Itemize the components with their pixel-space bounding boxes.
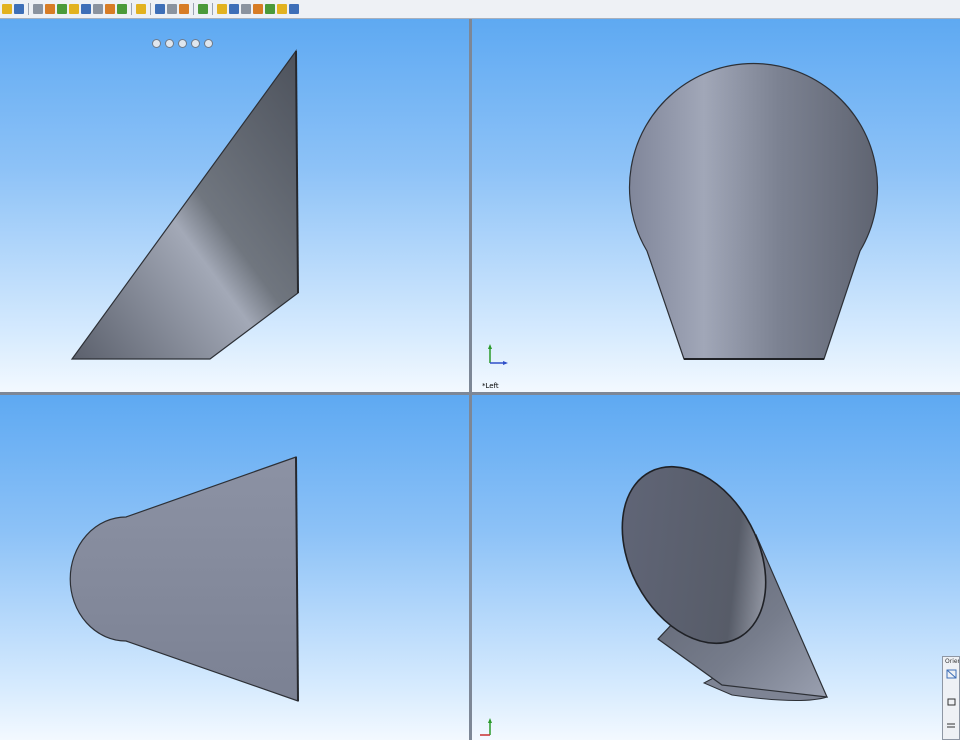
camera-icon[interactable] <box>117 4 127 14</box>
view-toolbar <box>0 0 960 19</box>
part-model-top-left[interactable] <box>0 19 469 392</box>
smart-dimension-icon[interactable] <box>229 4 239 14</box>
viewport-top-left[interactable] <box>0 19 469 392</box>
coordinate-triad-icon <box>480 718 492 736</box>
orientation-panel-title: Orient <box>945 658 959 665</box>
viewport-bottom-right[interactable] <box>472 395 960 740</box>
single-view-icon[interactable] <box>136 4 146 14</box>
hide-show-icon[interactable] <box>81 4 91 14</box>
viewport-divider-horizontal[interactable] <box>0 392 960 395</box>
pan-view-icon[interactable] <box>45 4 55 14</box>
lighting-icon[interactable] <box>105 4 115 14</box>
view-orientation-icon[interactable] <box>2 4 12 14</box>
display-style-icon[interactable] <box>14 4 24 14</box>
relations-icon[interactable] <box>241 4 251 14</box>
assembly-icon[interactable] <box>289 4 299 14</box>
evaluate-icon[interactable] <box>265 4 275 14</box>
features-icon[interactable] <box>253 4 263 14</box>
toolbar-separator <box>150 3 151 15</box>
toolbar-separator <box>131 3 132 15</box>
four-view-icon[interactable] <box>179 4 189 14</box>
toolbar-separator <box>212 3 213 15</box>
toolbar-separator <box>193 3 194 15</box>
two-view-vertical-icon[interactable] <box>167 4 177 14</box>
sketch-icon[interactable] <box>217 4 227 14</box>
two-view-horizontal-icon[interactable] <box>155 4 165 14</box>
view-settings-icon[interactable] <box>93 4 103 14</box>
orientation-panel[interactable]: Orient <box>942 656 960 740</box>
part-model-top-view[interactable] <box>0 395 469 740</box>
section-view-icon[interactable] <box>69 4 79 14</box>
part-model-left-view[interactable] <box>472 19 960 392</box>
toolbar-separator <box>28 3 29 15</box>
zoom-view-icon[interactable] <box>57 4 67 14</box>
view-name-label: *Left <box>482 382 499 390</box>
link-views-icon[interactable] <box>198 4 208 14</box>
toolbar-icons <box>2 2 299 16</box>
part-model-isometric-view[interactable] <box>472 395 960 740</box>
viewport-bottom-left[interactable] <box>0 395 469 740</box>
view-orientation-icon[interactable] <box>946 669 957 679</box>
normal-to-icon[interactable] <box>946 721 957 731</box>
viewport-top-right[interactable]: *Left <box>472 19 960 392</box>
rotate-view-icon[interactable] <box>33 4 43 14</box>
sketch-tools-icon[interactable] <box>277 4 287 14</box>
viewport-divider-vertical[interactable] <box>469 19 472 740</box>
update-standard-views-icon[interactable] <box>946 697 957 707</box>
coordinate-triad-icon <box>488 344 508 365</box>
